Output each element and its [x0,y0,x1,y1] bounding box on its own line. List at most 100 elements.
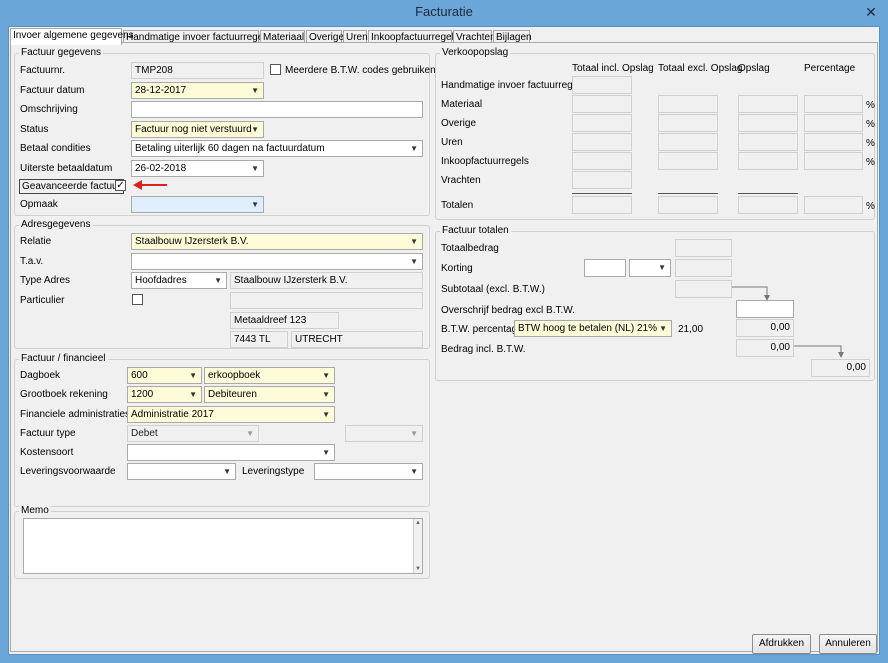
type-adres-label: Type Adres [20,275,71,286]
close-icon[interactable]: ✕ [862,4,880,21]
korting-input[interactable] [584,259,626,277]
materiaal-incl-field [572,95,632,113]
materiaal-percentage-field[interactable] [804,95,863,113]
group-title-memo: Memo [19,505,51,516]
betaal-condities-value: Betaling uiterlijk 60 dagen na factuurda… [135,143,325,154]
totalen-separator [572,193,632,194]
totalen-percentage-field [804,196,863,214]
overschrijf-input[interactable] [736,300,794,318]
meerdere-btw-checkbox[interactable] [270,64,281,75]
scroll-down-icon[interactable]: ▼ [414,566,422,572]
opmaak-label: Opmaak [20,199,58,210]
annuleren-button[interactable]: Annuleren [819,634,877,654]
geavanceerde-factuur-label: Geavanceerde factuur [19,179,124,194]
korting-type-select[interactable]: ▼ [629,259,671,277]
particulier-label: Particulier [20,295,65,306]
betaal-condities-label: Betaal condities [20,143,91,154]
meerdere-btw-label: Meerdere B.T.W. codes gebruiken [285,65,436,76]
grootboek-naam-select[interactable]: Debiteuren ▼ [204,386,335,403]
totaalbedrag-label: Totaalbedrag [441,243,499,254]
overige-percentage-field[interactable] [804,114,863,132]
grootboek-label: Grootboek rekening [20,389,108,400]
chevron-down-icon: ▼ [410,237,418,246]
relatie-select[interactable]: Staalbouw IJzersterk B.V. ▼ [131,233,423,250]
dagboek-code-select[interactable]: 600 ▼ [127,367,202,384]
uren-incl-field [572,133,632,151]
memo-scrollbar[interactable]: ▲ ▼ [413,519,422,573]
subtotaal-label: Subtotaal (excl. B.T.W.) [441,284,545,295]
memo-textarea[interactable]: ▲ ▼ [23,518,423,574]
adres-naam-field: Staalbouw IJzersterk B.V. [230,272,423,289]
chevron-down-icon: ▼ [410,467,418,476]
status-label: Status [20,124,49,135]
betaal-condities-select[interactable]: Betaling uiterlijk 60 dagen na factuurda… [131,140,423,157]
col-header-totaal-excl: Totaal excl. Opslag [658,63,743,74]
dagboek-naam-select[interactable]: erkoopboek ▼ [204,367,335,384]
group-title-financieel: Factuur / financieel [19,353,108,364]
tav-select[interactable]: ▼ [131,253,423,270]
chevron-down-icon: ▼ [410,144,418,153]
chevron-down-icon: ▼ [410,429,418,438]
chevron-down-icon: ▼ [659,324,667,333]
particulier-checkbox[interactable] [132,294,143,305]
leveringsvoorwaarde-select[interactable]: ▼ [127,463,236,480]
group-title-factuur: Factuur gegevens [19,47,104,58]
financiele-administraties-select[interactable]: Administratie 2017 ▼ [127,406,335,423]
factuur-datum-picker[interactable]: 28-12-2017 ▼ [131,82,264,99]
tab-invoer-algemene-gegevens[interactable]: Invoer algemene gegevens [10,28,134,45]
opmaak-select[interactable]: ▼ [131,196,264,213]
client-area: Invoer algemene gegevens Handmatige invo… [8,26,880,655]
uiterste-betaaldatum-picker[interactable]: 26-02-2018 ▼ [131,160,264,177]
factuurnr-label: Factuurnr. [20,65,66,76]
dagboek-code-value: 600 [131,370,148,381]
bedrag-incl-btw-field: 0,00 [736,339,794,357]
inkoop-pct-symbol: % [866,157,875,168]
factuur-type-select[interactable]: Debet ▼ [127,425,259,442]
facturatie-window: Facturatie ✕ Invoer algemene gegevens Ha… [0,0,888,663]
group-title-verkoopopslag: Verkoopopslag [440,47,511,58]
totalen-pct-symbol: % [866,201,875,212]
chevron-down-icon: ▼ [322,371,330,380]
row-label-totalen: Totalen [441,200,474,211]
btw-percentage-label: B.T.W. percentage [441,324,523,335]
grootboek-code-select[interactable]: 1200 ▼ [127,386,202,403]
overige-incl-field [572,114,632,132]
btw-percentage-select[interactable]: BTW hoog te betalen (NL) 21% ▼ [514,320,672,337]
relatie-value: Staalbouw IJzersterk B.V. [135,236,249,247]
kostensoort-select[interactable]: ▼ [127,444,335,461]
chevron-down-icon: ▼ [658,263,666,272]
postcode-field: 7443 TL [230,331,288,348]
row-label-handmatige: Handmatige invoer factuurregels [441,80,586,91]
factuur-subtype-select[interactable]: ▼ [345,425,423,442]
tav-label: T.a.v. [20,256,44,267]
geavanceerde-factuur-checkbox[interactable]: ✓ [115,180,126,191]
type-adres-select[interactable]: Hoofdadres ▼ [131,272,227,289]
relatie-label: Relatie [20,236,52,247]
omschrijving-field[interactable] [131,101,423,118]
scroll-up-icon[interactable]: ▲ [414,520,422,526]
afdrukken-button[interactable]: Afdrukken [752,634,811,654]
totalen-separator [658,193,718,194]
row-label-vrachten: Vrachten [441,175,481,186]
type-adres-value: Hoofdadres [135,275,187,286]
totalen-excl-field [658,196,718,214]
overschrijf-label: Overschrijf bedrag excl B.T.W. [441,305,575,316]
chevron-down-icon: ▼ [410,257,418,266]
totalen-opslag-field [738,196,798,214]
handmatige-incl-field [572,76,632,94]
status-select[interactable]: Factuur nog niet verstuurd ▼ [131,121,264,138]
chevron-down-icon: ▼ [322,410,330,419]
omschrijving-label: Omschrijving [20,104,78,115]
inkoop-excl-field [658,152,718,170]
materiaal-pct-symbol: % [866,100,875,111]
leveringstype-label: Leveringstype [242,466,305,477]
inkoop-incl-field [572,152,632,170]
inkoop-percentage-field[interactable] [804,152,863,170]
uren-percentage-field[interactable] [804,133,863,151]
status-value: Factuur nog niet verstuurd [135,124,252,135]
dagboek-naam-value: erkoopboek [208,370,261,381]
leveringstype-select[interactable]: ▼ [314,463,423,480]
col-header-percentage: Percentage [804,63,856,74]
uren-excl-field [658,133,718,151]
title-bar: Facturatie ✕ [0,0,888,26]
